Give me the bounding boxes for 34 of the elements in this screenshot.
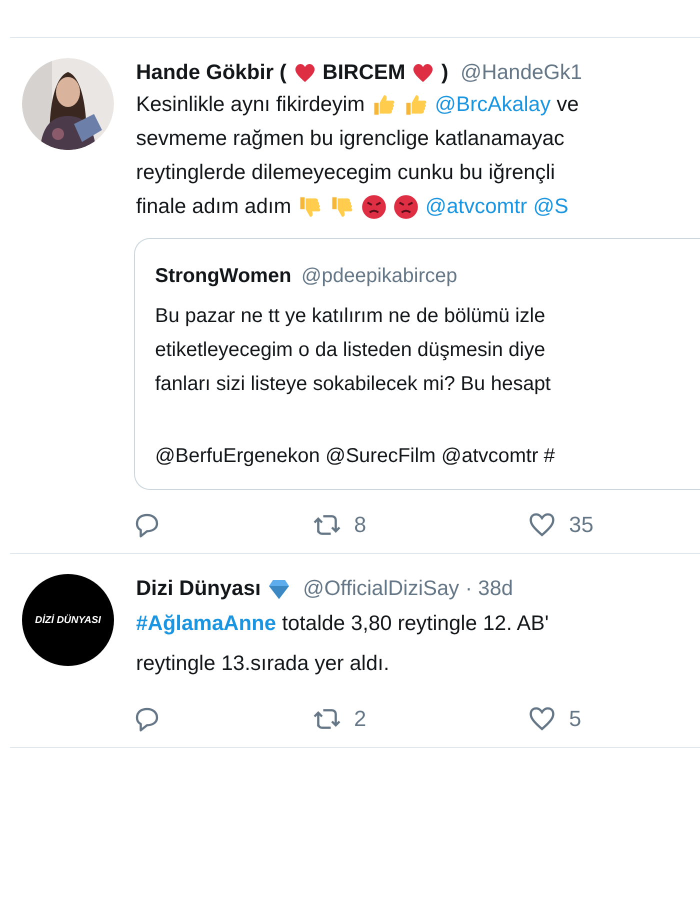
gem-icon [266, 577, 291, 601]
tweet-text: totalde 3,80 reytingle 12. AB' [282, 611, 549, 638]
angry-face-icon [361, 194, 388, 220]
logo-text: DİZİ DÜNYASI [35, 613, 101, 628]
author-name: Dizi Dünyası [136, 576, 261, 602]
tweet-text: ve [556, 92, 579, 118]
author-handle: @HandeGk1 [460, 60, 582, 86]
author-name: Hande Gökbir ( [136, 60, 287, 86]
like-count: 35 [569, 511, 594, 539]
author-handle: @OfficialDiziSay [302, 576, 460, 602]
mention-link[interactable]: @S [533, 191, 568, 223]
quote-text: etiketleyecegim o da listeden düşmesin diye [155, 338, 546, 363]
quote-text: @BerfuErgenekon @SurecFilm @atvcomtr # [155, 444, 555, 469]
author-name: BIRCEM [322, 60, 406, 86]
quote-text: fanları sizi listeye sokabilecek mi? Bu hesapt [155, 372, 551, 397]
quote-author-name: StrongWomen [155, 264, 292, 289]
quote-text: Bu pazar ne tt ye katılırım ne de bölümü izle [155, 304, 546, 329]
tweet-time: · 38d [465, 576, 514, 602]
mention-link[interactable]: @atvcomtr [425, 191, 528, 223]
tweet-text: reytingle 13.sırada yer aldı. [136, 651, 390, 678]
retweet-count: 2 [354, 705, 366, 733]
mention-link[interactable]: @BrcAkalay [434, 89, 551, 121]
heart-icon [411, 61, 436, 85]
tweet-text: Kesinlikle aynı fikirdeyim [136, 92, 365, 118]
like-count: 5 [569, 705, 582, 733]
tweet-text: reytinglerde dilemeyecegim cunku bu iğrençli [136, 160, 556, 186]
hashtag-link[interactable]: #AğlamaAnne [136, 608, 276, 640]
heart-icon [292, 61, 317, 85]
author-name: ) [441, 60, 448, 86]
retweet-count: 8 [354, 511, 366, 539]
tweet-text: sevmeme rağmen bu igrenclige katlanamayac [136, 126, 564, 152]
quote-author-handle: @pdeepikabircep [301, 264, 458, 289]
angry-face-icon [393, 194, 420, 220]
tweet-text: finale adım adım [136, 194, 292, 220]
